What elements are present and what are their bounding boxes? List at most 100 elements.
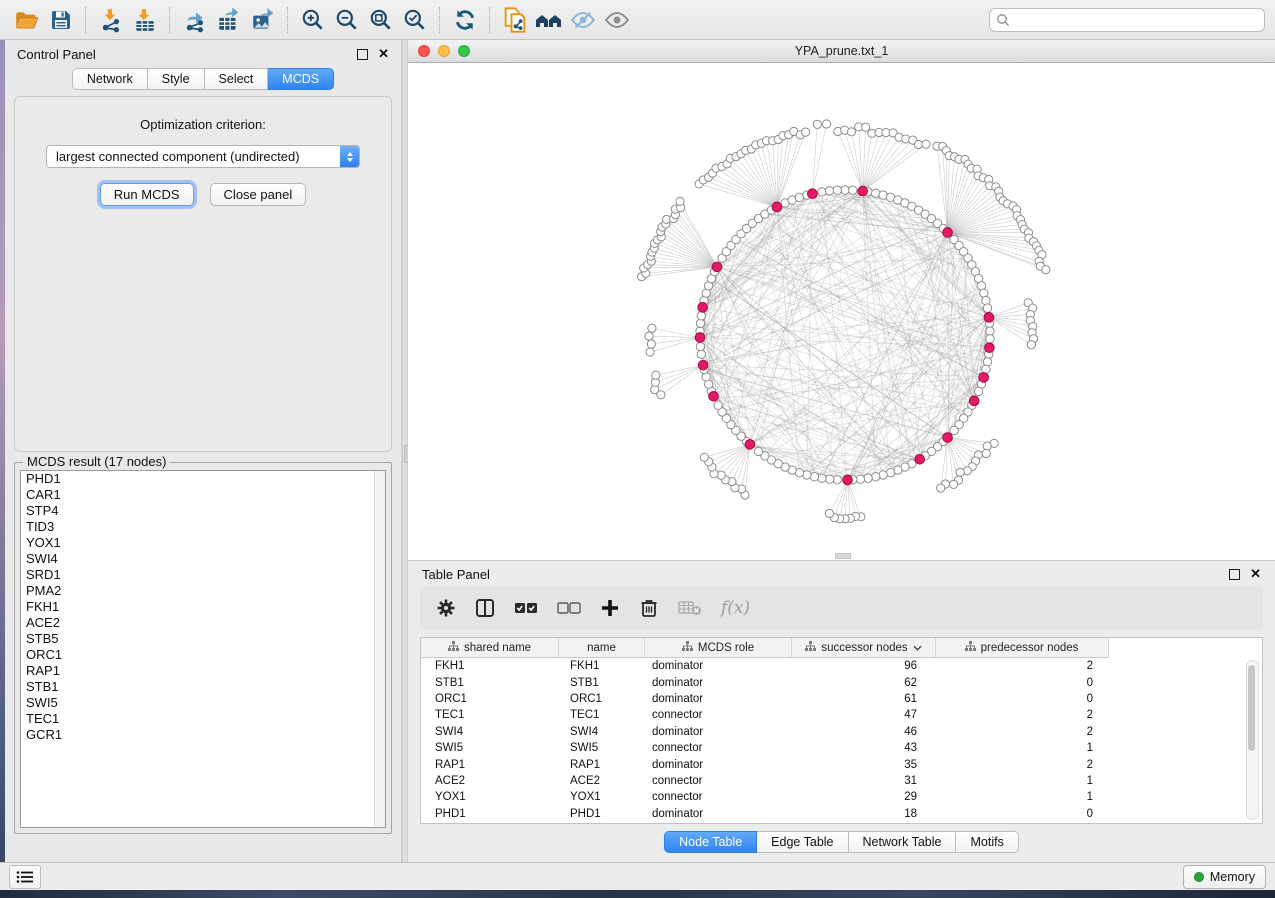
optimization-criterion-select[interactable]: largest connected component (undirected) (46, 145, 360, 168)
dominator-node[interactable] (915, 454, 925, 464)
window-minimize-icon[interactable] (438, 45, 450, 57)
mcds-result-item[interactable]: CAR1 (21, 487, 385, 503)
tab-edge-table[interactable]: Edge Table (757, 831, 848, 853)
network-graph[interactable] (408, 63, 1275, 560)
float-panel-icon[interactable] (1229, 569, 1240, 580)
mcds-result-item[interactable]: PMA2 (21, 583, 385, 599)
close-panel-icon[interactable]: ✕ (1250, 569, 1261, 579)
mcds-result-item[interactable]: RAP1 (21, 663, 385, 679)
mcds-result-item[interactable]: SWI5 (21, 695, 385, 711)
dominator-node[interactable] (943, 433, 953, 443)
dominator-node[interactable] (943, 228, 953, 238)
deselect-all-checkboxes-icon[interactable] (557, 600, 581, 616)
mcds-result-item[interactable]: STP4 (21, 503, 385, 519)
mcds-result-item[interactable]: FKH1 (21, 599, 385, 615)
column-header-predecessor-nodes[interactable]: predecessor nodes (935, 638, 1107, 657)
mcds-result-item[interactable]: SWI4 (21, 551, 385, 567)
dominator-node[interactable] (969, 396, 979, 406)
dominator-node[interactable] (984, 313, 994, 323)
refresh-layout-icon[interactable] (448, 4, 482, 36)
dominator-node[interactable] (695, 333, 705, 343)
dominator-node[interactable] (772, 202, 782, 212)
dominator-node[interactable] (858, 186, 868, 196)
show-all-icon[interactable] (600, 4, 634, 36)
export-image-icon[interactable] (246, 4, 280, 36)
open-session-icon[interactable] (10, 4, 44, 36)
mcds-result-item[interactable]: STB5 (21, 631, 385, 647)
mcds-result-item[interactable]: SRD1 (21, 567, 385, 583)
table-row[interactable]: YOX1YOX1connector291 (421, 789, 1262, 805)
dominator-node[interactable] (698, 303, 708, 313)
mcds-result-item[interactable]: ACE2 (21, 615, 385, 631)
select-all-checkboxes-icon[interactable] (514, 600, 538, 616)
table-row[interactable]: SWI5SWI5connector431 (421, 740, 1262, 756)
network-view-canvas[interactable] (408, 63, 1275, 560)
search-input[interactable] (989, 8, 1265, 32)
table-row[interactable]: TEC1TEC1connector472 (421, 707, 1262, 723)
tab-motifs[interactable]: Motifs (956, 831, 1018, 853)
mcds-result-item[interactable]: STB1 (21, 679, 385, 695)
export-network-icon[interactable] (178, 4, 212, 36)
zoom-in-icon[interactable] (296, 4, 330, 36)
close-panel-button[interactable]: Close panel (210, 183, 307, 206)
import-network-icon[interactable] (94, 4, 128, 36)
tab-network[interactable]: Network (72, 68, 148, 90)
table-scrollbar-thumb[interactable] (1248, 665, 1255, 751)
mcds-result-item[interactable]: YOX1 (21, 535, 385, 551)
table-row[interactable]: STB1STB1dominator620 (421, 674, 1262, 690)
import-table-icon[interactable] (128, 4, 162, 36)
export-table-icon[interactable] (212, 4, 246, 36)
table-row[interactable]: PHD1PHD1dominator180 (421, 806, 1262, 822)
column-header-shared-name[interactable]: shared name (421, 638, 558, 657)
tab-network-table[interactable]: Network Table (849, 831, 957, 853)
table-row[interactable]: RAP1RAP1dominator352 (421, 756, 1262, 772)
mcds-result-list[interactable]: PHD1CAR1STP4TID3YOX1SWI4SRD1PMA2FKH1ACE2… (20, 470, 386, 828)
dominator-node[interactable] (985, 343, 995, 353)
table-scrollbar[interactable] (1246, 660, 1259, 820)
dominator-node[interactable] (698, 360, 708, 370)
table-row[interactable]: FKH1FKH1dominator962 (421, 658, 1262, 674)
add-column-icon[interactable] (600, 598, 620, 618)
memory-button[interactable]: Memory (1183, 865, 1266, 889)
tab-select[interactable]: Select (205, 68, 269, 90)
mcds-result-item[interactable]: PHD1 (21, 471, 385, 487)
delete-column-icon[interactable] (639, 598, 659, 618)
network-window-titlebar[interactable]: YPA_prune.txt_1 (408, 40, 1275, 63)
column-header-name[interactable]: name (558, 638, 644, 657)
window-zoom-icon[interactable] (458, 45, 470, 57)
tab-style[interactable]: Style (148, 68, 205, 90)
tab-node-table[interactable]: Node Table (664, 831, 757, 853)
first-neighbors-icon[interactable] (532, 4, 566, 36)
automation-panel-button[interactable] (9, 865, 41, 889)
canvas-splitter-handle[interactable] (835, 553, 851, 559)
mcds-list-scrollbar[interactable] (374, 471, 385, 827)
run-mcds-button[interactable]: Run MCDS (100, 183, 194, 206)
dominator-node[interactable] (745, 440, 755, 450)
dominator-node[interactable] (709, 391, 719, 401)
float-panel-icon[interactable] (357, 49, 368, 60)
mcds-result-item[interactable]: TID3 (21, 519, 385, 535)
hide-selected-icon[interactable] (566, 4, 600, 36)
mcds-result-item[interactable]: TEC1 (21, 711, 385, 727)
manage-networks-icon[interactable] (498, 4, 532, 36)
mcds-result-item[interactable]: GCR1 (21, 727, 385, 743)
table-row[interactable]: ORC1ORC1dominator610 (421, 691, 1262, 707)
close-panel-icon[interactable]: ✕ (378, 49, 389, 59)
split-table-icon[interactable] (475, 598, 495, 618)
dominator-node[interactable] (979, 373, 989, 383)
column-header-MCDS-role[interactable]: MCDS role (644, 638, 791, 657)
dominator-node[interactable] (712, 262, 722, 272)
save-session-icon[interactable] (44, 4, 78, 36)
dominator-node[interactable] (808, 189, 818, 199)
table-row[interactable]: ACE2ACE2connector311 (421, 773, 1262, 789)
window-close-icon[interactable] (418, 45, 430, 57)
table-row[interactable]: SWI4SWI4dominator462 (421, 724, 1262, 740)
zoom-selected-icon[interactable] (398, 4, 432, 36)
zoom-fit-icon[interactable] (364, 4, 398, 36)
column-header-successor-nodes[interactable]: successor nodes (791, 638, 935, 657)
tab-mcds[interactable]: MCDS (268, 68, 334, 90)
gear-icon[interactable] (436, 598, 456, 618)
dominator-node[interactable] (843, 475, 853, 485)
zoom-out-icon[interactable] (330, 4, 364, 36)
mcds-result-item[interactable]: ORC1 (21, 647, 385, 663)
